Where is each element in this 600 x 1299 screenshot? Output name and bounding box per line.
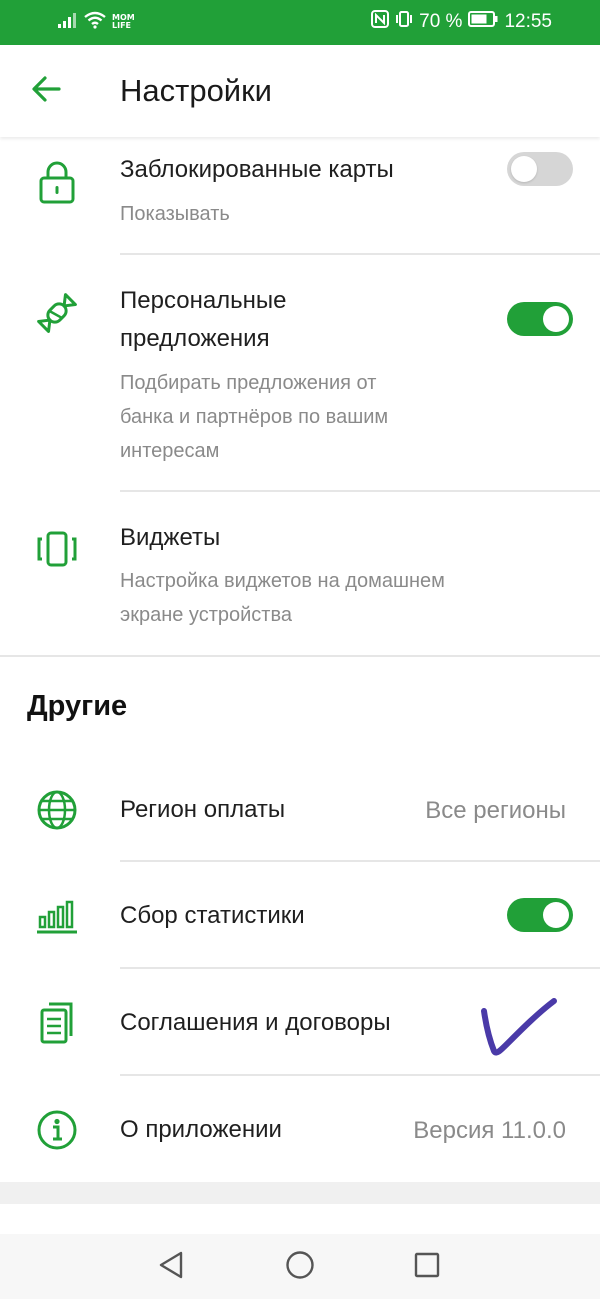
bar-chart-icon xyxy=(32,892,82,942)
about-title: О приложении xyxy=(120,1116,282,1143)
arrow-left-icon xyxy=(31,75,61,107)
toggle-knob xyxy=(543,902,569,928)
candy-icon xyxy=(32,288,82,338)
widgets-subtitle-line2: экране устройства xyxy=(120,604,292,626)
lock-icon xyxy=(32,157,82,207)
nav-home-button[interactable] xyxy=(283,1250,317,1284)
blocked-cards-title: Заблокированные карты xyxy=(120,156,394,183)
phone-vibrate-icon xyxy=(32,524,82,574)
payment-region-title: Регион оплаты xyxy=(120,796,286,823)
documents-icon xyxy=(32,998,82,1048)
personal-offers-subtitle-line3: интересам xyxy=(120,440,220,462)
status-right-group: 70 % 12:55 xyxy=(371,10,552,34)
battery-percent: 70 % xyxy=(419,11,463,32)
bottom-spacer xyxy=(0,1182,600,1204)
circle-home-icon xyxy=(285,1250,315,1285)
nav-recents-button[interactable] xyxy=(410,1250,444,1284)
nfc-icon xyxy=(371,10,390,34)
personal-offers-title-line1: Персональные xyxy=(120,287,287,314)
info-icon xyxy=(32,1105,82,1155)
vibrate-icon xyxy=(395,10,413,34)
statistics-toggle[interactable] xyxy=(507,898,573,932)
blocked-cards-subtitle: Показывать xyxy=(120,203,230,225)
system-nav-bar xyxy=(0,1234,600,1299)
statistics-title: Сбор статистики xyxy=(120,902,305,929)
divider xyxy=(120,860,600,862)
agreements-title: Соглашения и договоры xyxy=(120,1009,391,1036)
triangle-back-icon xyxy=(157,1250,185,1285)
globe-icon xyxy=(32,785,82,835)
carrier-label: MOM LIFE xyxy=(112,14,135,30)
page-title: Настройки xyxy=(120,73,273,108)
personal-offers-subtitle-line2: банка и партнёров по вашим xyxy=(120,406,389,428)
divider xyxy=(120,490,600,492)
toggle-knob xyxy=(543,306,569,332)
carrier-line2: LIFE xyxy=(112,21,132,30)
signal-icon xyxy=(58,12,78,33)
battery-icon xyxy=(468,11,498,33)
widgets-subtitle-line1: Настройка виджетов на домашнем xyxy=(120,570,445,592)
divider xyxy=(120,1074,600,1076)
blocked-cards-toggle[interactable] xyxy=(507,152,573,186)
personal-offers-subtitle-line1: Подбирать предложения от xyxy=(120,372,377,394)
wifi-icon xyxy=(84,11,106,34)
app-bar: Настройки xyxy=(0,45,600,137)
about-version: Версия 11.0.0 xyxy=(413,1117,566,1144)
payment-region-value: Все регионы xyxy=(425,797,566,824)
status-left-group: MOM LIFE xyxy=(58,10,135,34)
square-recents-icon xyxy=(413,1251,441,1284)
personal-offers-toggle[interactable] xyxy=(507,302,573,336)
handwritten-checkmark xyxy=(478,995,560,1059)
toggle-knob xyxy=(511,156,537,182)
section-title-others: Другие xyxy=(27,690,128,722)
section-divider xyxy=(0,655,600,657)
back-button[interactable] xyxy=(24,69,68,113)
widgets-title: Виджеты xyxy=(120,524,221,551)
clock: 12:55 xyxy=(504,11,552,32)
status-bar: MOM LIFE 70 % 12:55 xyxy=(0,0,600,45)
nav-back-button[interactable] xyxy=(154,1250,188,1284)
divider xyxy=(120,253,600,255)
personal-offers-title-line2: предложения xyxy=(120,325,270,352)
divider xyxy=(120,967,600,969)
